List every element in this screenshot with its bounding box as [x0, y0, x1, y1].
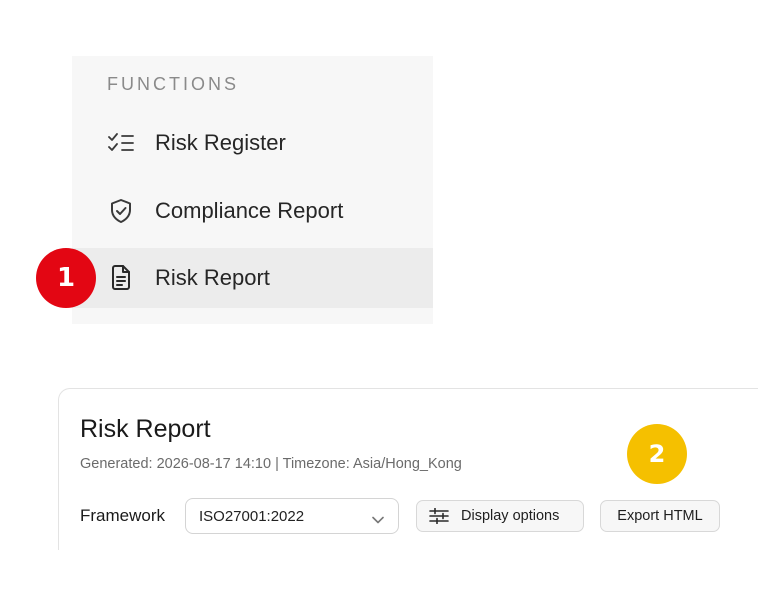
sidebar-item-risk-register[interactable]: Risk Register: [72, 113, 433, 173]
document-icon: [108, 265, 134, 291]
export-html-label: Export HTML: [617, 508, 703, 524]
framework-select-value: ISO27001:2022: [199, 507, 305, 525]
section-title: FUNCTIONS: [107, 74, 239, 94]
sidebar-item-compliance-report[interactable]: Compliance Report: [72, 181, 433, 241]
chevron-down-icon: [372, 511, 384, 529]
sidebar-item-label: Risk Register: [155, 130, 286, 155]
step-2-badge: 2: [627, 424, 687, 484]
report-generated-meta: Generated: 2026-08-17 14:10 | Timezone: …: [80, 456, 462, 472]
checklist-icon: [108, 130, 134, 156]
framework-select[interactable]: ISO27001:2022: [185, 498, 399, 534]
functions-sidebar: FUNCTIONS Risk Register Compliance Repor…: [72, 56, 433, 324]
sidebar-item-risk-report[interactable]: Risk Report: [72, 248, 433, 308]
display-options-button[interactable]: Display options: [416, 500, 584, 532]
export-html-button[interactable]: Export HTML: [600, 500, 720, 532]
sidebar-item-label: Risk Report: [155, 265, 270, 290]
sliders-icon: [429, 508, 449, 524]
step-1-badge: 1: [36, 248, 96, 308]
framework-label: Framework: [80, 506, 166, 525]
page-title: Risk Report: [80, 415, 211, 443]
shield-check-icon: [108, 198, 134, 224]
sidebar-item-label: Compliance Report: [155, 198, 344, 223]
display-options-label: Display options: [461, 508, 560, 524]
